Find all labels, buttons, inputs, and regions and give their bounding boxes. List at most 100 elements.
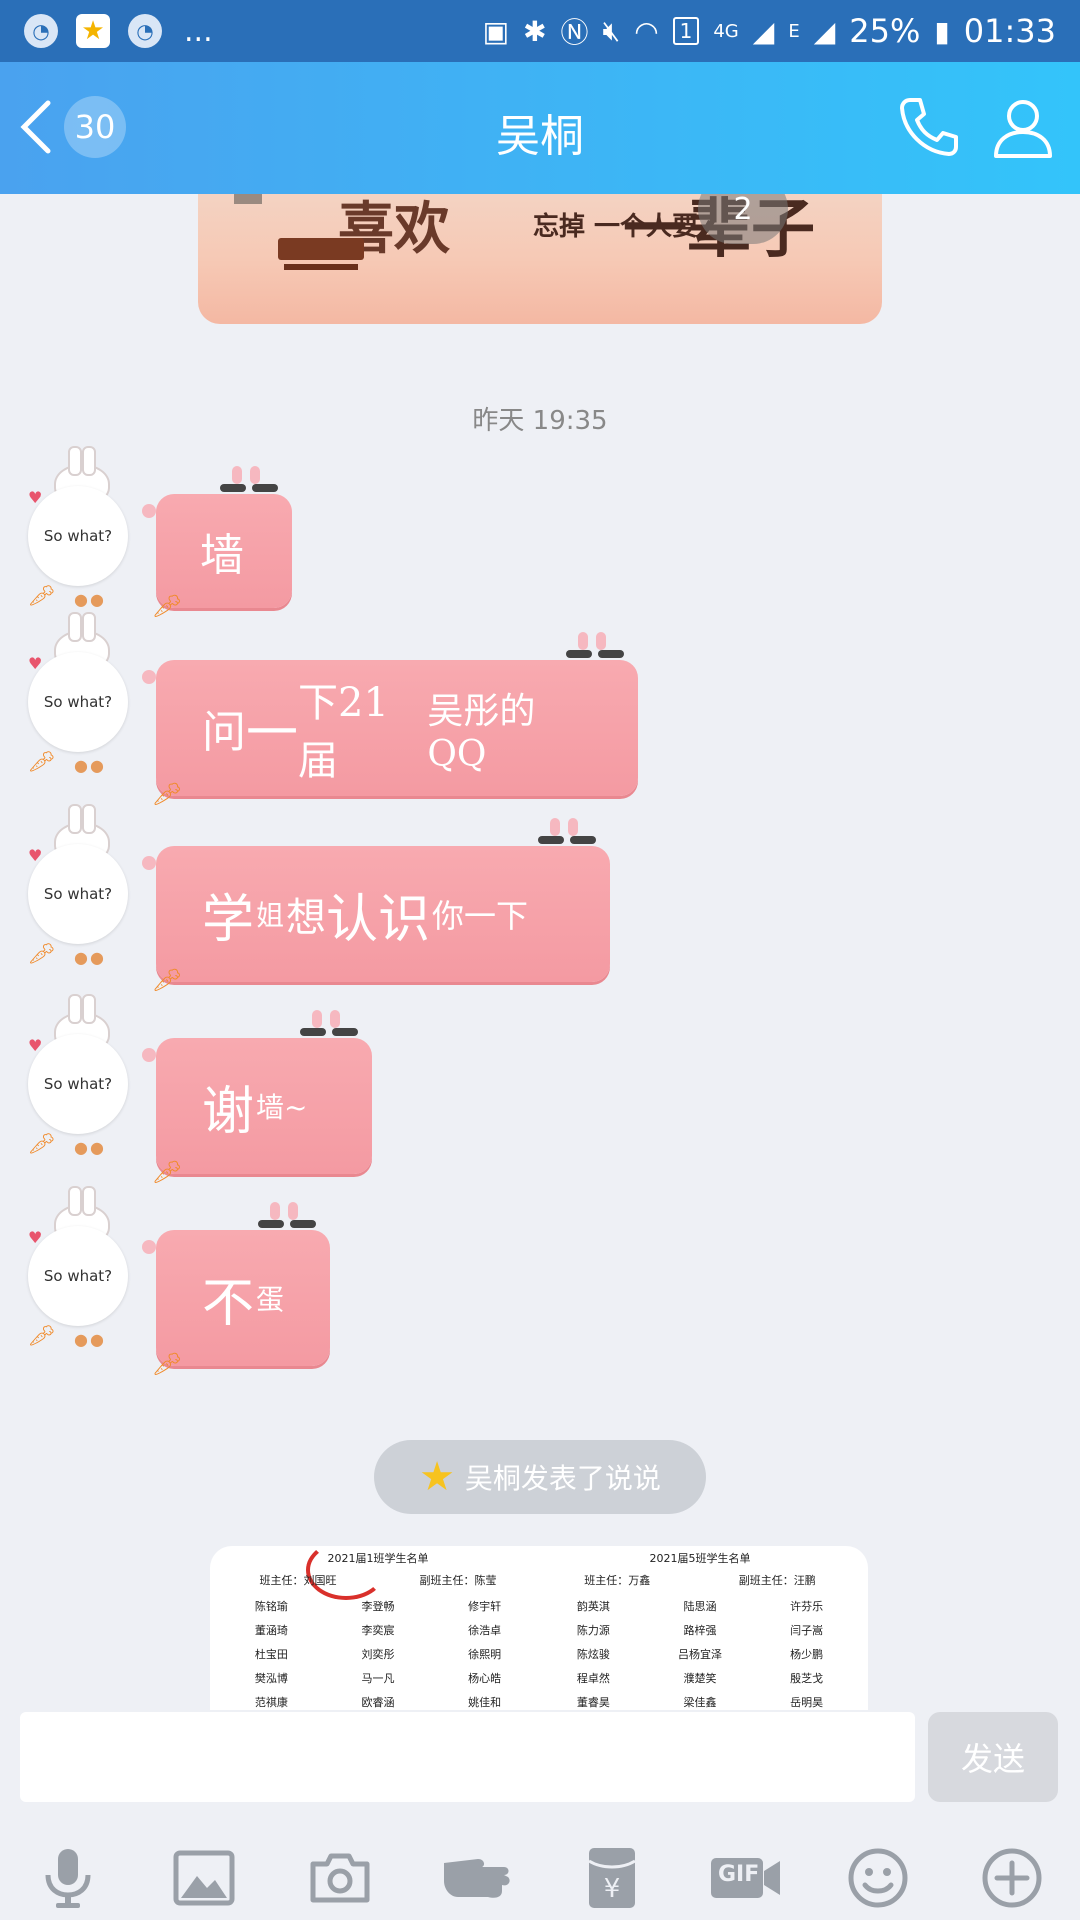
message-text: 蛋 (256, 1283, 285, 1316)
student-name: 欧睿涵 (361, 1696, 395, 1709)
avatar[interactable]: ♥ So what? 🥕︎ ●● (22, 994, 134, 1157)
smiley-icon (848, 1848, 908, 1908)
carrot-icon: 🥕︎ (28, 750, 56, 775)
student-name: 许芬乐 (790, 1600, 824, 1613)
wifi-icon: ◠ (634, 14, 659, 48)
gif-label: GIF (718, 1862, 760, 1887)
carrot-icon: 🥕︎ (152, 1350, 183, 1378)
student-name: 杨少鹏 (790, 1648, 824, 1661)
student-name: 杜宝田 (254, 1648, 288, 1661)
qzone-star-icon: ★ (419, 1454, 455, 1500)
message-text: 谢 (202, 1081, 255, 1142)
carrot-icon: 🥕︎ (28, 1324, 56, 1349)
poke-button[interactable] (434, 1836, 518, 1920)
profile-button[interactable] (990, 94, 1056, 164)
student-name: 殷芝戈 (790, 1672, 824, 1685)
send-button[interactable]: 发送 (928, 1712, 1058, 1802)
avatar[interactable]: ♥ So what? 🥕︎ ●● (22, 804, 134, 967)
red-packet-icon: ¥ (588, 1848, 636, 1908)
message-text: 你一下 (432, 897, 529, 935)
class-list-meta: 班主任：万鑫 副班主任：汪鹏 (540, 1572, 860, 1588)
student-name: 陈炫骏 (576, 1648, 610, 1661)
message-text: 问 (202, 707, 246, 758)
image-icon (173, 1850, 235, 1906)
avatar[interactable]: ♥ So what? 🥕︎ ●● (22, 446, 134, 609)
poke-hand-icon (444, 1859, 510, 1898)
emoji-button[interactable] (836, 1836, 920, 1920)
camera-button[interactable] (298, 1836, 382, 1920)
message-bubble[interactable]: 谢 墙~ 🥕︎ (142, 1010, 372, 1186)
message-text: 学 (202, 889, 255, 950)
student-name: 范祺康 (254, 1696, 288, 1709)
student-name: 韵英淇 (576, 1600, 610, 1613)
network-type-2: E (788, 20, 800, 42)
phone-icon (900, 98, 958, 156)
student-name: 樊泓博 (254, 1672, 288, 1685)
image-button[interactable] (162, 1836, 246, 1920)
crumbs-decor: ●● (74, 1138, 106, 1157)
student-name: 董睿昊 (576, 1696, 610, 1709)
message-text: 墙~ (256, 1091, 308, 1124)
crumbs-decor: ●● (74, 1330, 106, 1349)
message-bubble[interactable]: 墙 🥕︎ (142, 466, 292, 620)
signal-icon: ◢ (752, 14, 775, 48)
carrot-icon: 🥕︎ (28, 1132, 56, 1157)
call-button[interactable] (896, 94, 962, 164)
student-name: 李登畅 (361, 1600, 395, 1613)
avatar[interactable]: ♥ So what? 🥕︎ ●● (22, 1186, 134, 1349)
avatar-text: So what? (28, 1226, 128, 1326)
gif-image-message[interactable]: 喜欢 忘掉 一个人要 一辈子 2 (198, 194, 882, 324)
mute-icon: 🔇︎ (602, 14, 621, 47)
battery-icon: ▮ (934, 14, 950, 48)
gif-play-count: 2 (698, 194, 788, 244)
signal-icon-2: ◢ (813, 14, 836, 48)
clock: 01:33 (963, 12, 1056, 50)
qzone-post-notice[interactable]: ★ 吴桐发表了说说 (374, 1440, 706, 1514)
image-message[interactable]: 2021届1班学生名单 班主任：刘国旺 副班主任：陈莹 陈铭瑜 李登畅 修宇轩 董涵琦… (210, 1546, 868, 1710)
bubble-eyes-icon (532, 818, 604, 858)
network-type: 4G (713, 20, 739, 42)
avatar[interactable]: ♥ So what? 🥕︎ ●● (22, 612, 134, 775)
bubble-eyes-icon (252, 1202, 324, 1242)
chat-area[interactable]: 喜欢 忘掉 一个人要 一辈子 2 昨天 19:35 ♥ So what? 🥕︎ … (0, 194, 1080, 1710)
nfc-icon: Ⓝ (560, 16, 589, 49)
voice-button[interactable] (26, 1836, 110, 1920)
class-list-title: 2021届1班学生名单 (327, 1552, 429, 1565)
status-bar: ◔ ★ ◔ ... ▣ ✱ Ⓝ 🔇︎ ◠ 1 4G ◢ E ◢ 25% ▮ 01… (0, 0, 1080, 62)
plus-circle-icon (982, 1848, 1042, 1908)
notice-text: 吴桐发表了说说 (464, 1462, 661, 1495)
qzone-star-icon: ★ (76, 14, 110, 48)
avatar-text: So what? (28, 652, 128, 752)
chat-header: 30 吴桐 (0, 62, 1080, 194)
student-name: 陆思涵 (683, 1600, 717, 1613)
student-name: 董涵琦 (254, 1624, 288, 1637)
vice-teacher: 副班主任：汪鹏 (738, 1574, 816, 1587)
name-grid: 陈铭瑜 李登畅 修宇轩 董涵琦 李奕宸 徐浩卓 杜宝田 刘奕彤 徐熙明 樊泓博 马一凡 杨心皓 范祺康 欧… (218, 1598, 538, 1710)
crumbs-decor: ●● (74, 948, 106, 967)
tree-graphic (234, 194, 262, 204)
input-bar: 发送 ¥ GIF (0, 1710, 1080, 1920)
sim-slot: 1 (672, 17, 700, 45)
crumbs-decor: ●● (74, 590, 106, 609)
student-name: 马一凡 (361, 1672, 395, 1685)
message-bubble[interactable]: 学 姐 想 认识 你一下 🥕︎ (142, 818, 610, 994)
more-button[interactable] (970, 1836, 1054, 1920)
red-packet-button[interactable]: ¥ (570, 1836, 654, 1920)
message-text: 不 (202, 1273, 255, 1334)
bubble-knot (142, 856, 156, 870)
message-bubble[interactable]: 不 蛋 🥕︎ (142, 1202, 330, 1378)
message-input[interactable] (20, 1712, 915, 1802)
message-bubble[interactable]: 问 一 下21届 吴彤的QQ 🥕︎ (142, 632, 638, 808)
message-text: 墙 (200, 530, 244, 581)
avatar-text: So what? (28, 844, 128, 944)
message-timestamp: 昨天 19:35 (472, 406, 608, 436)
head-teacher: 班主任：刘国旺 (259, 1574, 337, 1587)
class-list-left: 2021届1班学生名单 班主任：刘国旺 副班主任：陈莹 陈铭瑜 李登畅 修宇轩 董涵琦… (218, 1550, 538, 1710)
bubble-knot (142, 504, 156, 518)
bubble-eyes-icon (214, 466, 286, 506)
bench-graphic (278, 238, 364, 270)
student-name: 吕杨宜泽 (677, 1648, 722, 1661)
head-teacher: 班主任：万鑫 (584, 1574, 651, 1587)
student-name: 程卓然 (576, 1672, 610, 1685)
gif-button[interactable]: GIF (704, 1836, 788, 1920)
